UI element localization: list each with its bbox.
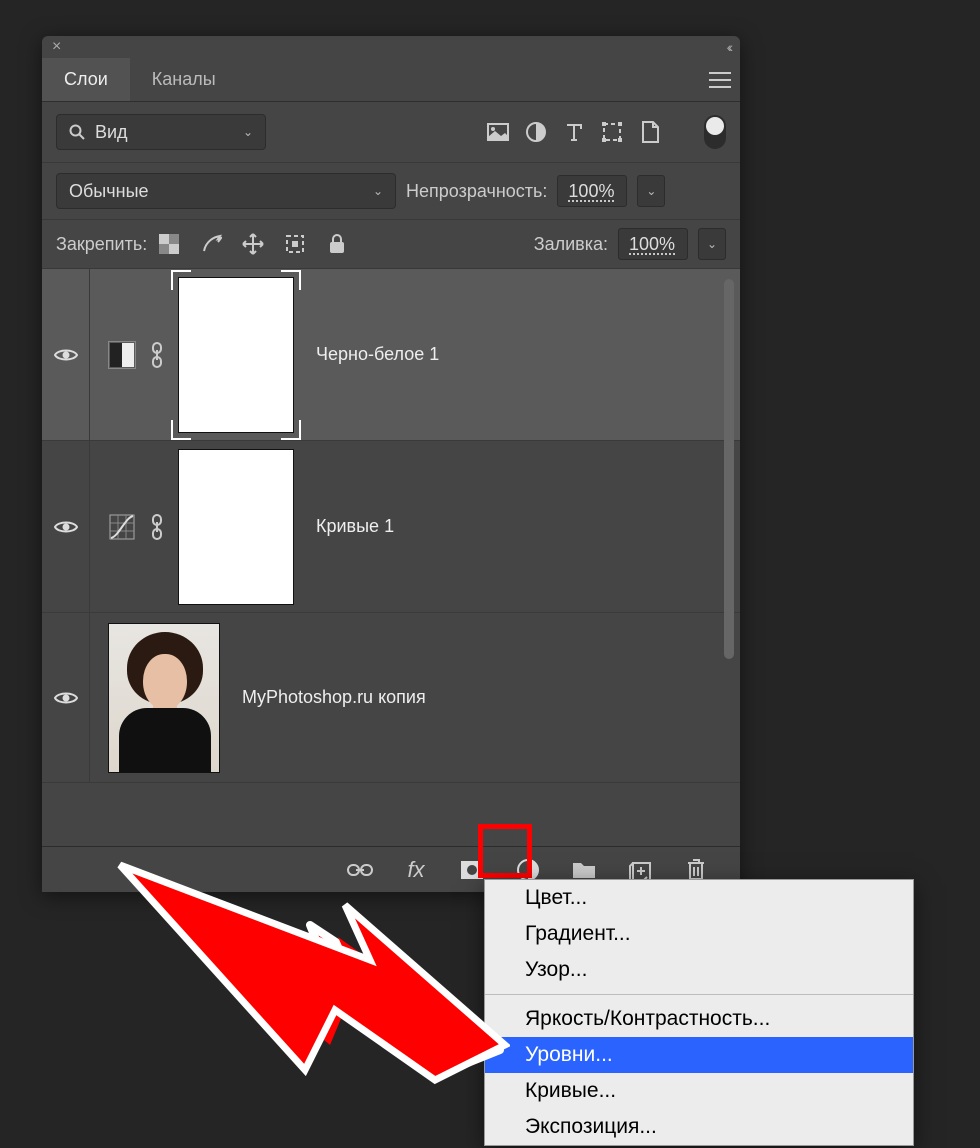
panel-titlebar: × ‹‹ — [42, 36, 740, 58]
chevron-down-icon: ⌄ — [243, 125, 253, 139]
mask-link-icon[interactable] — [150, 514, 164, 540]
filter-shape-icon[interactable] — [598, 118, 626, 146]
lock-row: Закрепить: Заливка: 100% ⌄ — [42, 220, 740, 269]
blend-mode-label: Обычные — [69, 181, 149, 202]
filter-smartobject-icon[interactable] — [636, 118, 664, 146]
layer-name[interactable]: Кривые 1 — [316, 516, 394, 537]
collapse-icon[interactable]: ‹‹ — [727, 39, 730, 55]
layer-mask-thumb[interactable] — [178, 449, 294, 605]
eye-icon — [54, 519, 78, 535]
panel-menu-icon[interactable] — [700, 58, 740, 101]
filter-toggle[interactable] — [704, 115, 726, 149]
search-icon — [69, 124, 85, 140]
fill-value[interactable]: 100% — [618, 228, 688, 260]
mask-link-icon[interactable] — [150, 342, 164, 368]
layer-name[interactable]: Черно-белое 1 — [316, 344, 439, 365]
menu-item[interactable]: Узор... — [485, 952, 913, 988]
tab-channels[interactable]: Каналы — [130, 58, 238, 101]
visibility-toggle[interactable] — [42, 441, 90, 612]
lock-artboard-icon[interactable] — [283, 232, 307, 256]
link-layers-icon[interactable] — [346, 856, 374, 884]
blend-row: Обычные ⌄ Непрозрачность: 100% ⌄ — [42, 163, 740, 220]
menu-item[interactable]: Кривые... — [485, 1073, 913, 1109]
blend-mode-select[interactable]: Обычные ⌄ — [56, 173, 396, 209]
layer-thumb[interactable] — [108, 623, 220, 773]
lock-transparency-icon[interactable] — [157, 232, 181, 256]
fx-icon[interactable]: fx — [402, 856, 430, 884]
close-icon[interactable]: × — [52, 38, 61, 56]
fill-label: Заливка: — [534, 234, 608, 255]
lock-icons — [157, 232, 349, 256]
filter-type-icon[interactable] — [560, 118, 588, 146]
layer-name[interactable]: MyPhotoshop.ru копия — [242, 687, 426, 708]
opacity-chevron-icon[interactable]: ⌄ — [637, 175, 665, 207]
menu-item[interactable]: Экспозиция... — [485, 1109, 913, 1145]
eye-icon — [54, 690, 78, 706]
menu-item-levels[interactable]: Уровни... — [485, 1037, 913, 1073]
layer-row[interactable]: Черно-белое 1 — [42, 269, 740, 441]
scrollbar[interactable] — [724, 279, 734, 659]
menu-item[interactable]: Яркость/Контрастность... — [485, 1001, 913, 1037]
lock-all-icon[interactable] — [325, 232, 349, 256]
adjustment-curves-icon — [108, 513, 136, 541]
add-mask-icon[interactable] — [458, 856, 486, 884]
visibility-toggle[interactable] — [42, 613, 90, 782]
layer-row[interactable]: MyPhotoshop.ru копия — [42, 613, 740, 783]
layer-mask-thumb[interactable] — [178, 277, 294, 433]
filter-pixel-icon[interactable] — [484, 118, 512, 146]
filter-kind-select[interactable]: Вид ⌄ — [56, 114, 266, 150]
filter-row: Вид ⌄ — [42, 102, 740, 163]
eye-icon — [54, 347, 78, 363]
lock-position-icon[interactable] — [241, 232, 265, 256]
menu-item[interactable]: Градиент... — [485, 916, 913, 952]
adjustment-layer-menu: Цвет... Градиент... Узор... Яркость/Конт… — [484, 879, 914, 1146]
menu-item[interactable]: Цвет... — [485, 880, 913, 916]
adjustment-bw-icon — [108, 341, 136, 369]
opacity-value[interactable]: 100% — [557, 175, 627, 207]
lock-image-icon[interactable] — [199, 232, 223, 256]
visibility-toggle[interactable] — [42, 269, 90, 440]
layer-row[interactable]: Кривые 1 — [42, 441, 740, 613]
panel-tabs: Слои Каналы — [42, 58, 740, 102]
layers-panel: × ‹‹ Слои Каналы Вид ⌄ — [42, 36, 740, 892]
fill-chevron-icon[interactable]: ⌄ — [698, 228, 726, 260]
filter-adjustment-icon[interactable] — [522, 118, 550, 146]
opacity-label: Непрозрачность: — [406, 181, 547, 202]
filter-kind-label: Вид — [95, 122, 128, 143]
lock-label: Закрепить: — [56, 234, 147, 255]
menu-separator — [485, 994, 913, 995]
tab-layers[interactable]: Слои — [42, 58, 130, 101]
layers-list: Черно-белое 1 Кривые 1 — [42, 269, 740, 846]
chevron-down-icon: ⌄ — [373, 184, 383, 198]
